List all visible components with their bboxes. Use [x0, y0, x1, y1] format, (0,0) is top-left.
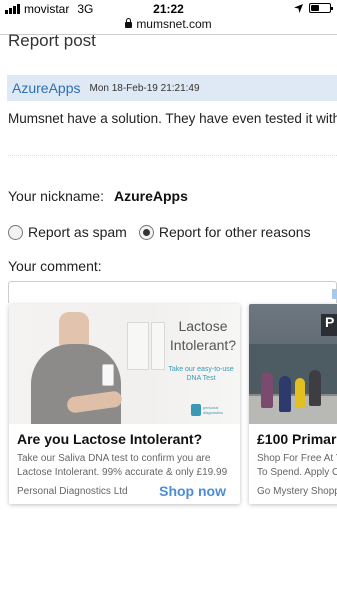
ad-description: Shop For Free At Y To Spend. Apply O	[257, 452, 337, 480]
ad-card-lactose[interactable]: Lactose Intolerant? Take our easy-to-use…	[9, 304, 240, 504]
personal-diagnostics-logo	[191, 404, 201, 416]
ad-description-line: Take our Saliva DNA test to confirm you …	[17, 453, 211, 464]
battery-icon	[309, 3, 333, 13]
report-spam-radio[interactable]	[8, 224, 23, 240]
status-icons	[294, 3, 333, 13]
report-spam-label: Report as spam	[28, 224, 127, 240]
status-bar: movistar 3G 21:22	[0, 0, 337, 16]
clock: 21:22	[153, 2, 184, 16]
nickname-value: AzureApps	[113, 188, 188, 204]
lock-icon	[125, 18, 133, 28]
ad-card-primark[interactable]: P £100 Primar Shop For Free At Y To Spen…	[249, 304, 337, 504]
report-other-radio[interactable]	[138, 224, 154, 240]
post-body: Mumsnet have a solution. They have even …	[8, 111, 337, 126]
ad-image-logo-text: personal diagnostics	[203, 405, 224, 415]
shop-now-button[interactable]: Shop now	[159, 483, 226, 499]
ad-image-headline: Lactose Intolerant?	[169, 318, 237, 353]
comment-textarea[interactable]	[8, 281, 337, 303]
ad-image[interactable]: Lactose Intolerant? Take our easy-to-use…	[9, 304, 240, 424]
comment-label: Your comment:	[8, 258, 102, 274]
nickname-label: Your nickname:	[8, 188, 104, 204]
ad-description-line: Shop For Free At Y	[257, 453, 337, 464]
ad-title[interactable]: £100 Primar	[257, 431, 336, 447]
ad-image-subline: Take our easy-to-use DNA Test	[168, 366, 234, 382]
report-other-option[interactable]: Report for other reasons	[138, 224, 311, 240]
report-spam-option[interactable]: Report as spam	[8, 224, 127, 240]
page-title: Report post	[8, 31, 96, 50]
post-author-link[interactable]: AzureApps	[12, 80, 80, 96]
ad-choices-icon[interactable]	[332, 289, 337, 299]
divider	[8, 155, 337, 156]
report-other-label: Report for other reasons	[158, 224, 311, 240]
ad-description-line: Lactose Intolerant. 99% accurate & only …	[17, 467, 228, 478]
nickname-row: Your nickname: AzureApps	[8, 188, 188, 204]
ad-source: Personal Diagnostics Ltd	[17, 486, 128, 497]
domain-text: mumsnet.com	[136, 17, 212, 31]
ad-description-line: To Spend. Apply O	[257, 467, 337, 478]
ad-title[interactable]: Are you Lactose Intolerant?	[17, 431, 202, 447]
post-header: AzureApps Mon 18-Feb-19 21:21:49	[7, 75, 337, 101]
ad-description: Take our Saliva DNA test to confirm you …	[17, 452, 237, 480]
report-reason-group: Report as spam Report for other reasons	[8, 224, 311, 240]
post-date: Mon 18-Feb-19 21:21:49	[89, 82, 200, 94]
milk-glass-icon	[102, 364, 114, 386]
ad-image-sign: P	[321, 314, 337, 336]
ad-source: Go Mystery Shopp	[257, 486, 337, 497]
ad-image[interactable]: P	[249, 304, 337, 424]
url-bar[interactable]: mumsnet.com	[0, 17, 337, 31]
location-arrow-icon	[294, 3, 303, 13]
